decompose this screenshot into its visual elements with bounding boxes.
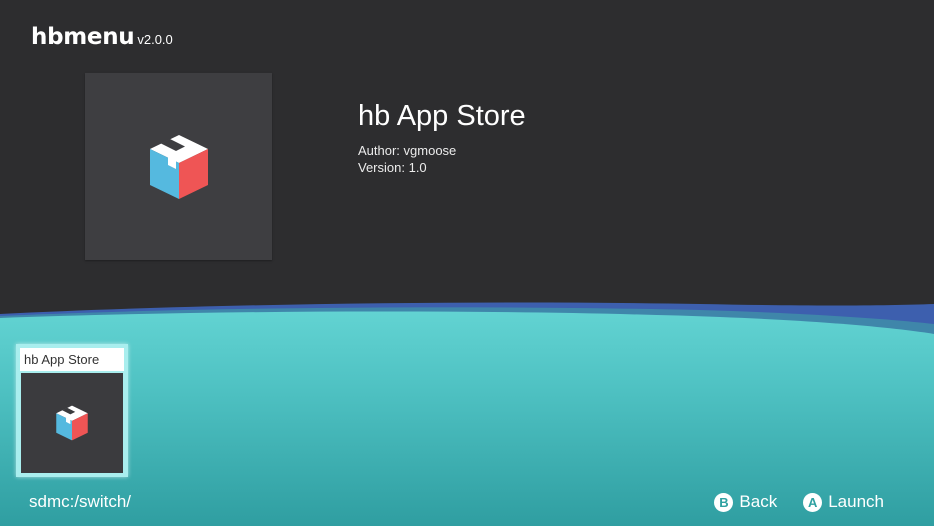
- background-wave: [0, 302, 934, 526]
- b-button-icon: B: [714, 492, 734, 512]
- current-path: sdmc:/switch/: [29, 492, 132, 511]
- back-label: Back: [739, 492, 778, 511]
- launch-hint[interactable]: A Launch: [803, 492, 884, 512]
- package-box-icon: [56, 405, 88, 441]
- button-hints: B Back A Launch: [688, 492, 884, 512]
- back-hint[interactable]: B Back: [714, 492, 777, 512]
- package-box-icon: [149, 134, 208, 199]
- selected-app-preview: [85, 73, 272, 260]
- launch-label: Launch: [828, 492, 884, 511]
- selected-app-title: hb App Store: [358, 100, 526, 132]
- app-tile-label: hb App Store: [20, 348, 124, 371]
- selected-app-version: Version: 1.0: [358, 160, 427, 175]
- app-tile-hb-app-store[interactable]: hb App Store: [16, 344, 128, 477]
- a-button-icon: A: [803, 492, 823, 512]
- app-name: hbmenu: [31, 24, 135, 50]
- app-version: v2.0.0: [137, 32, 173, 47]
- selected-app-author: Author: vgmoose: [358, 143, 457, 158]
- app-logo: hbmenu v2.0.0: [31, 24, 173, 50]
- app-tile-icon-area: [21, 373, 123, 473]
- selected-app-meta: Author: vgmoose Version: 1.0: [358, 142, 456, 176]
